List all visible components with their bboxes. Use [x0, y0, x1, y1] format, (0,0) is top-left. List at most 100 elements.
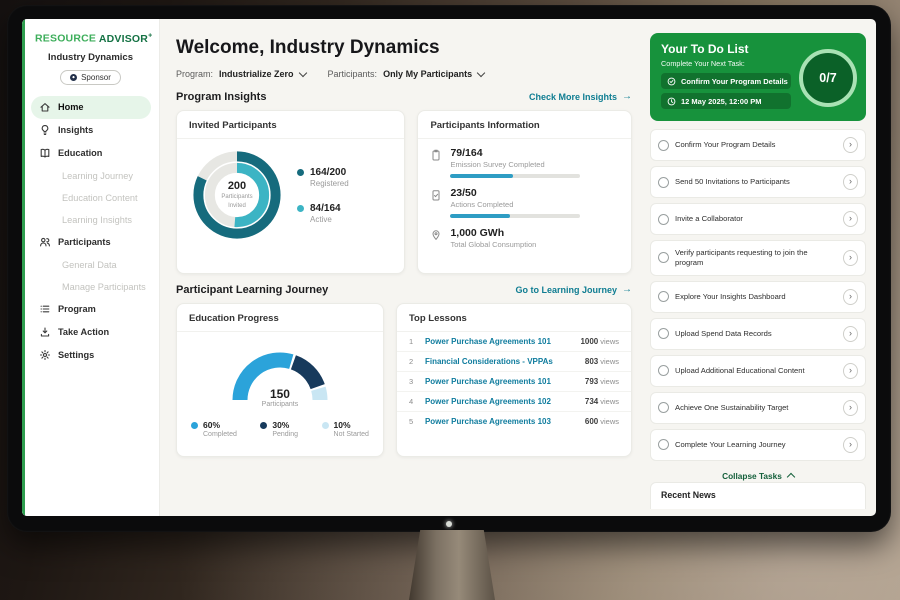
lesson-link[interactable]: Financial Considerations - VPPAs	[425, 357, 577, 366]
checkbox-icon[interactable]	[658, 365, 669, 376]
donut-center-label: Participants Invited	[216, 193, 258, 209]
checklist-icon	[430, 189, 442, 202]
participants-information-card: Participants Information 79/164 Emission…	[417, 110, 632, 274]
stat-global-consumption: 1,000 GWh Total Global Consumption	[418, 219, 631, 255]
legend-dot	[191, 422, 198, 429]
todo-subtitle: Complete Your Next Task:	[661, 59, 791, 68]
program-label: Program:	[176, 69, 213, 79]
chevron-up-icon	[787, 473, 795, 481]
chevron-right-icon[interactable]: ›	[843, 250, 858, 266]
sidebar-item-learning-insights[interactable]: Learning Insights	[31, 209, 151, 231]
sidebar-item-participants[interactable]: Participants	[31, 231, 151, 254]
top-lessons-card: Top Lessons 1 Power Purchase Agreements …	[396, 303, 632, 457]
chevron-right-icon[interactable]: ›	[843, 437, 858, 453]
checkbox-icon[interactable]	[658, 328, 669, 339]
lesson-link[interactable]: Power Purchase Agreements 103	[425, 417, 577, 426]
task-explore-insights[interactable]: Explore Your Insights Dashboard ›	[650, 281, 866, 313]
chevron-right-icon[interactable]: ›	[843, 326, 858, 342]
next-task-time-strip: 12 May 2025, 12:00 PM	[661, 93, 791, 109]
chevron-right-icon[interactable]: ›	[843, 289, 858, 305]
nav-label: Settings	[58, 350, 94, 360]
lesson-link[interactable]: Power Purchase Agreements 102	[425, 397, 577, 406]
checkbox-icon[interactable]	[658, 291, 669, 302]
filter-bar: Program: Industrialize Zero Participants…	[176, 69, 632, 79]
checkbox-icon[interactable]	[658, 140, 669, 151]
check-more-insights-link[interactable]: Check More Insights →	[529, 92, 632, 102]
next-task-strip[interactable]: Confirm Your Program Details	[661, 73, 791, 89]
sponsor-badge: Sponsor	[60, 70, 121, 85]
task-confirm-program-details[interactable]: Confirm Your Program Details ›	[650, 129, 866, 161]
donut-center-value: 200	[228, 180, 246, 192]
sidebar-item-home[interactable]: Home	[31, 96, 151, 119]
program-select[interactable]: Industrialize Zero	[219, 69, 306, 79]
sidebar-item-settings[interactable]: Settings	[31, 344, 151, 367]
sidebar-item-take-action[interactable]: Take Action	[31, 321, 151, 344]
legend-pending: 30% Pending	[260, 420, 298, 438]
nav-label: Education	[58, 148, 102, 158]
lesson-link[interactable]: Power Purchase Agreements 101	[425, 337, 572, 346]
nav-label: Manage Participants	[62, 282, 146, 292]
dashboard-screen: RESOURCE ADVISOR+ Industry Dynamics Spon…	[22, 19, 876, 516]
legend-completed: 60% Completed	[191, 420, 237, 438]
checkbox-icon[interactable]	[658, 214, 669, 225]
recent-news-header: Recent News	[650, 482, 866, 509]
nav-label: Education Content	[62, 193, 138, 203]
chevron-right-icon[interactable]: ›	[843, 137, 858, 153]
card-title: Top Lessons	[397, 304, 631, 332]
task-verify-participants[interactable]: Verify participants requesting to join t…	[650, 240, 866, 276]
sidebar: RESOURCE ADVISOR+ Industry Dynamics Spon…	[22, 19, 160, 516]
checkbox-icon[interactable]	[658, 252, 669, 263]
todo-summary-card: Your To Do List Complete Your Next Task:…	[650, 33, 866, 121]
monitor-stand	[409, 530, 495, 600]
clock-icon	[667, 97, 676, 106]
monitor-bezel: RESOURCE ADVISOR+ Industry Dynamics Spon…	[7, 5, 891, 532]
program-insights-heading: Program Insights	[176, 91, 266, 103]
chevron-right-icon[interactable]: ›	[843, 363, 858, 379]
lesson-row: 3 Power Purchase Agreements 101 793views	[397, 372, 631, 392]
nav-label: Program	[58, 304, 96, 314]
gauge-center-label: Participants	[220, 401, 340, 408]
task-send-invitations[interactable]: Send 50 Invitations to Participants ›	[650, 166, 866, 198]
todo-title: Your To Do List	[661, 42, 791, 56]
checkbox-icon[interactable]	[658, 402, 669, 413]
chevron-right-icon[interactable]: ›	[843, 174, 858, 190]
participants-label: Participants:	[328, 69, 378, 79]
collapse-tasks-button[interactable]: Collapse Tasks	[716, 470, 800, 482]
sponsor-icon	[70, 74, 77, 81]
legend-dot	[297, 205, 304, 212]
lesson-row: 4 Power Purchase Agreements 102 734views	[397, 392, 631, 412]
chevron-right-icon[interactable]: ›	[843, 400, 858, 416]
logo-resource: RESOURCE	[35, 33, 96, 45]
card-title: Participants Information	[418, 111, 631, 139]
task-invite-collaborator[interactable]: Invite a Collaborator ›	[650, 203, 866, 235]
insights-cards-row: Invited Participants 200 Participants In…	[176, 110, 632, 274]
invited-participants-card: Invited Participants 200 Participants In…	[176, 110, 405, 274]
nav-label: General Data	[62, 260, 117, 270]
legend-dot	[260, 422, 267, 429]
sidebar-item-program[interactable]: Program	[31, 298, 151, 321]
task-complete-learning-journey[interactable]: Complete Your Learning Journey ›	[650, 429, 866, 461]
sidebar-item-manage-participants[interactable]: Manage Participants	[31, 276, 151, 298]
checkbox-icon[interactable]	[658, 439, 669, 450]
task-upload-educational-content[interactable]: Upload Additional Educational Content ›	[650, 355, 866, 387]
emission-survey-progressbar	[450, 174, 580, 178]
legend-registered: 164/200 Registered	[297, 167, 349, 188]
app-logo: RESOURCE ADVISOR+	[22, 19, 159, 45]
legend-active: 84/164 Active	[297, 203, 349, 224]
desk-scene: RESOURCE ADVISOR+ Industry Dynamics Spon…	[0, 0, 900, 600]
main-content: Welcome, Industry Dynamics Program: Indu…	[160, 19, 646, 516]
task-achieve-sustainability-target[interactable]: Achieve One Sustainability Target ›	[650, 392, 866, 424]
logo-advisor: ADVISOR+	[99, 33, 153, 45]
go-to-learning-journey-link[interactable]: Go to Learning Journey →	[515, 285, 632, 295]
checkbox-icon[interactable]	[658, 177, 669, 188]
sidebar-item-general-data[interactable]: General Data	[31, 254, 151, 276]
sidebar-item-insights[interactable]: Insights	[31, 119, 151, 142]
sidebar-item-education[interactable]: Education	[31, 142, 151, 165]
sidebar-item-learning-journey[interactable]: Learning Journey	[31, 165, 151, 187]
lesson-link[interactable]: Power Purchase Agreements 101	[425, 377, 577, 386]
chevron-right-icon[interactable]: ›	[843, 211, 858, 227]
learning-journey-header-row: Participant Learning Journey Go to Learn…	[176, 284, 632, 296]
participants-select[interactable]: Only My Participants	[383, 69, 484, 79]
task-upload-spend-data[interactable]: Upload Spend Data Records ›	[650, 318, 866, 350]
sidebar-item-education-content[interactable]: Education Content	[31, 187, 151, 209]
